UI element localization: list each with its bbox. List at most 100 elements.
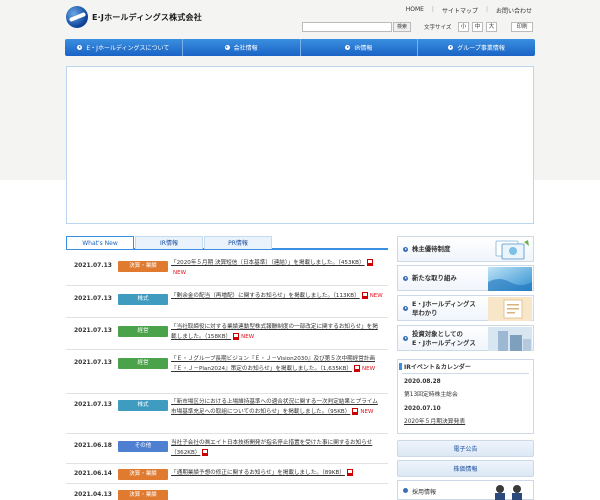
ir-event-date: 2020.08.28 bbox=[404, 379, 441, 385]
news-tabs: What's New IR情報 PR情報 bbox=[66, 236, 388, 250]
nav-item-label: IR情報 bbox=[354, 45, 373, 52]
gift-card-icon bbox=[495, 240, 529, 260]
news-link[interactable]: 「剰余金の配当（再増配）に関するお知らせ」を掲載しました。（113KB） NEW bbox=[171, 291, 383, 301]
search-input[interactable] bbox=[302, 22, 392, 32]
banner-investment-target[interactable]: 投資対象としての E・Jホールディングス bbox=[397, 325, 534, 351]
news-link[interactable]: 「当社取締役に対する業績連動型株式報酬制度の一部改定に関するお知らせ」を掲載しま… bbox=[171, 322, 383, 342]
banner-label: 新たな取り組み bbox=[412, 274, 457, 282]
pdf-icon bbox=[233, 333, 240, 340]
nav-item-label: 会社情報 bbox=[233, 45, 258, 52]
news-category-badge: 経営 bbox=[118, 326, 168, 337]
banner-label: 株主優待制度 bbox=[412, 245, 451, 253]
pdf-icon bbox=[354, 365, 360, 372]
arrow-icon bbox=[403, 306, 408, 311]
news-item: 2021.06.14 決算・業績 「通期業績予想の修正に関するお知らせ」を掲載し… bbox=[66, 464, 388, 484]
news-date: 2021.07.13 bbox=[74, 262, 112, 269]
logo-mark-icon bbox=[66, 6, 88, 28]
print-button[interactable]: 印刷 bbox=[511, 22, 533, 32]
tab-whats-new[interactable]: What's New bbox=[66, 236, 134, 249]
arrow-icon bbox=[403, 336, 408, 341]
nav-item-group-business[interactable]: グループ事業情報 bbox=[418, 39, 535, 56]
news-link[interactable]: 「通期業績予想の修正に関するお知らせ」を掲載しました。（89KB） bbox=[171, 468, 383, 478]
news-category-badge: 決算・業績 bbox=[118, 490, 168, 500]
news-date: 2021.07.13 bbox=[74, 295, 112, 302]
banner-label: 投資対象としての E・Jホールディングス bbox=[412, 330, 476, 347]
heading-bar bbox=[399, 363, 402, 370]
news-date: 2021.07.13 bbox=[74, 359, 112, 366]
news-item: 2021.07.13 株式 「剰余金の配当（再増配）に関するお知らせ」を掲載しま… bbox=[66, 286, 388, 318]
ir-event-link[interactable]: 2020年５月期決算発表 bbox=[404, 416, 465, 425]
tab-ir[interactable]: IR情報 bbox=[135, 236, 203, 249]
news-item: 2021.07.13 経営 「Ｅ・Ｊグループ長期ビジョン『Ｅ・Ｊ－Vision2… bbox=[66, 350, 388, 394]
banner-new-initiatives[interactable]: 新たな取り組み bbox=[397, 265, 534, 291]
hero-banner bbox=[66, 66, 534, 224]
news-category-badge: その他 bbox=[118, 441, 168, 452]
banner-shareholder-benefits[interactable]: 株主優待制度 bbox=[397, 236, 534, 262]
news-category-badge: 決算・業績 bbox=[118, 261, 168, 272]
stock-price-button[interactable]: 株価情報 bbox=[397, 460, 534, 477]
sitemap-link[interactable]: サイトマップ bbox=[440, 6, 480, 15]
news-date: 2021.06.14 bbox=[74, 470, 112, 477]
news-date: 2021.04.13 bbox=[74, 491, 112, 498]
pdf-icon bbox=[366, 259, 373, 266]
banner-label: 採用情報 bbox=[412, 489, 437, 496]
font-size-label: 文字サイズ bbox=[424, 25, 452, 31]
news-link[interactable]: 当社子会社の㈱エイト日本技術開発が指名停止措置を受けた事に関するお知らせ（362… bbox=[171, 438, 383, 458]
electronic-notice-button[interactable]: 電子公告 bbox=[397, 440, 534, 457]
news-text: 「剰余金の配当（再増配）に関するお知らせ」を掲載しました。（113KB） bbox=[171, 293, 360, 299]
search-button[interactable]: 検索 bbox=[393, 22, 411, 32]
home-link[interactable]: HOME bbox=[404, 6, 426, 15]
news-date: 2021.07.13 bbox=[74, 327, 112, 334]
new-badge: NEW bbox=[360, 409, 374, 415]
news-text: 「当社取締役に対する業績連動型株式報酬制度の一部改定に関するお知らせ」を掲載しま… bbox=[171, 324, 378, 340]
building-image-icon bbox=[488, 327, 532, 351]
new-badge: NEW bbox=[241, 334, 255, 340]
water-image-icon bbox=[488, 267, 532, 291]
utility-links: HOME | サイトマップ | お問い合わせ bbox=[404, 6, 534, 15]
divider bbox=[402, 373, 529, 374]
banner-recruit[interactable]: 採用情報 bbox=[397, 480, 534, 500]
news-text: 「2020年５月期 決算短信〔日本基準〕（連結）」を掲載しました。（453KB） bbox=[171, 260, 365, 266]
pdf-icon bbox=[361, 292, 368, 299]
news-text: 「新市場区分における上場維持基準への適合状況に関する一次判定結果とプライム市場基… bbox=[171, 399, 378, 415]
news-category-badge: 決算・業績 bbox=[118, 469, 168, 480]
font-size-medium-button[interactable]: 中 bbox=[472, 22, 483, 32]
document-image-icon bbox=[488, 297, 532, 321]
news-item: 2021.07.13 株式 「新市場区分における上場維持基準への適合状況に関する… bbox=[66, 394, 388, 434]
company-logo[interactable]: E·Jホールディングス株式会社 bbox=[66, 6, 202, 28]
new-badge: NEW bbox=[173, 270, 187, 276]
news-item: 2021.06.18 その他 当社子会社の㈱エイト日本技術開発が指名停止措置を受… bbox=[66, 434, 388, 464]
ir-calendar-title: IRイベント＆カレンダー bbox=[404, 364, 471, 371]
font-size-small-button[interactable]: 小 bbox=[458, 22, 469, 32]
nav-item-company[interactable]: 会社情報 bbox=[183, 39, 301, 56]
arrow-icon bbox=[403, 247, 408, 252]
nav-arrow-icon bbox=[448, 45, 454, 50]
ir-event-date: 2020.07.10 bbox=[404, 406, 441, 412]
news-category-badge: 株式 bbox=[118, 400, 168, 411]
news-category-badge: 株式 bbox=[118, 294, 168, 305]
tab-pr[interactable]: PR情報 bbox=[204, 236, 272, 249]
news-link[interactable]: 「2020年５月期 決算短信〔日本基準〕（連結）」を掲載しました。（453KB）… bbox=[171, 258, 383, 278]
news-link[interactable]: 「新市場区分における上場維持基準への適合状況に関する一次判定結果とプライム市場基… bbox=[171, 397, 383, 417]
news-date: 2021.07.13 bbox=[74, 401, 112, 408]
logo-text: E·Jホールディングス株式会社 bbox=[92, 12, 202, 22]
news-link[interactable]: 「Ｅ・Ｊグループ長期ビジョン『Ｅ・Ｊ－Vision2030』及び第５次中期経営計… bbox=[171, 354, 383, 374]
nav-item-label: E・Jホールディングスについて bbox=[86, 45, 170, 52]
news-item: 2021.07.13 決算・業績 「2020年５月期 決算短信〔日本基準〕（連結… bbox=[66, 252, 388, 286]
font-size-large-button[interactable]: 大 bbox=[486, 22, 497, 32]
util-separator: | bbox=[485, 6, 488, 13]
new-badge: NEW bbox=[362, 366, 376, 372]
nav-item-ir[interactable]: IR情報 bbox=[301, 39, 419, 56]
banner-company-overview[interactable]: E・Jホールディングス 早わかり bbox=[397, 295, 534, 321]
contact-link[interactable]: お問い合わせ bbox=[494, 6, 534, 15]
news-text: 「通期業績予想の修正に関するお知らせ」を掲載しました。（89KB） bbox=[171, 470, 345, 476]
people-image-icon bbox=[495, 485, 522, 500]
banner-label: E・Jホールディングス 早わかり bbox=[412, 300, 476, 317]
nav-item-about[interactable]: E・Jホールディングスについて bbox=[65, 39, 183, 56]
news-date: 2021.06.18 bbox=[74, 442, 112, 449]
global-nav: E・Jホールディングスについて 会社情報 IR情報 グループ事業情報 bbox=[65, 39, 535, 56]
ir-calendar: IRイベント＆カレンダー 2020.08.28 第13回定時株主総会 2020.… bbox=[397, 359, 534, 434]
nav-arrow-icon bbox=[224, 45, 230, 50]
pdf-icon bbox=[202, 449, 209, 456]
nav-item-label: グループ事業情報 bbox=[457, 45, 505, 52]
